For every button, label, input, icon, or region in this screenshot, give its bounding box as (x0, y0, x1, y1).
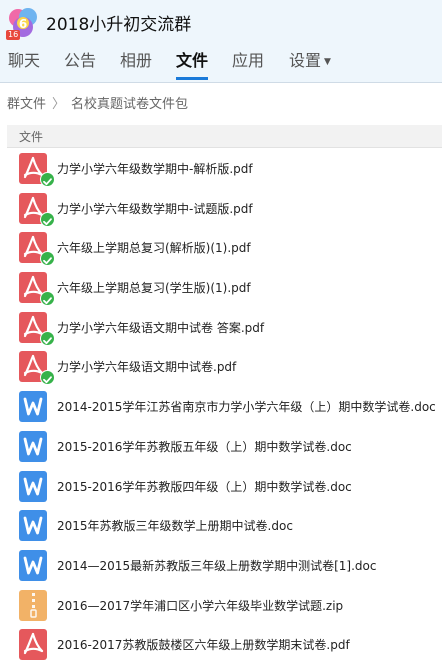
downloaded-check-icon (40, 291, 55, 307)
tab-album[interactable]: 相册 (120, 48, 152, 80)
file-row[interactable]: 2014-2015学年江苏省南京市力学小学六年级（上）期中数学试卷.doc (0, 387, 442, 427)
word-icon (19, 549, 47, 581)
group-title: 2018小升初交流群 (46, 15, 192, 35)
tab-announcements[interactable]: 公告 (64, 48, 96, 80)
downloaded-check-icon (40, 330, 55, 346)
file-row[interactable]: 六年级上学期总复习(解析版)(1).pdf (0, 228, 442, 268)
tab-settings-label: 设置 (289, 51, 322, 70)
downloaded-check-icon (40, 370, 55, 386)
avatar-badge: 16 (6, 30, 21, 40)
breadcrumb-current: 名校真题试卷文件包 (71, 97, 189, 112)
file-row[interactable]: 力学小学六年级数学期中-试题版.pdf (0, 189, 442, 229)
word-icon (19, 510, 47, 542)
file-name[interactable]: 力学小学六年级数学期中-试题版.pdf (57, 200, 253, 217)
word-icon (19, 470, 47, 502)
file-row[interactable]: 2014—2015最新苏教版三年级上册数学期中测试卷[1].doc (0, 546, 442, 586)
file-name[interactable]: 六年级上学期总复习(学生版)(1).pdf (57, 279, 251, 296)
word-icon (19, 430, 47, 462)
file-row[interactable]: 2015年苏教版三年级数学上册期中试卷.doc (0, 506, 442, 546)
svg-text:6: 6 (19, 17, 27, 31)
file-row[interactable]: 力学小学六年级语文期中试卷 答案.pdf (0, 308, 442, 348)
pdf-icon (19, 629, 47, 661)
file-row[interactable]: 2016-2017苏教版鼓楼区六年级上册数学期末试卷.pdf (0, 625, 442, 665)
tab-settings[interactable]: 设置 ▼ (289, 48, 331, 80)
file-name[interactable]: 力学小学六年级语文期中试卷 答案.pdf (57, 319, 264, 336)
group-avatar[interactable]: 6 16 (6, 6, 40, 40)
column-file-label[interactable]: 文件 (19, 128, 43, 145)
downloaded-check-icon (40, 172, 55, 187)
file-name[interactable]: 2016—2017学年浦口区小学六年级毕业数学试题.zip (57, 597, 343, 614)
file-name[interactable]: 2014-2015学年江苏省南京市力学小学六年级（上）期中数学试卷.doc (57, 398, 436, 415)
file-row[interactable]: 力学小学六年级数学期中-解析版.pdf (0, 149, 442, 189)
tab-files[interactable]: 文件 (176, 48, 209, 80)
file-list: 力学小学六年级数学期中-解析版.pdf 力学小学六年级数学期中-试题版.pdf 六年… (0, 149, 442, 665)
caret-down-icon: ▼ (324, 57, 331, 67)
tab-bar: 聊天 公告 相册 文件 应用 设置 ▼ (0, 48, 442, 82)
file-name[interactable]: 2015年苏教版三年级数学上册期中试卷.doc (57, 517, 293, 534)
file-row[interactable]: 2015-2016学年苏教版五年级（上）期中数学试卷.doc (0, 427, 442, 467)
file-name[interactable]: 2015-2016学年苏教版四年级（上）期中数学试卷.doc (57, 478, 352, 495)
file-name[interactable]: 2016-2017苏教版鼓楼区六年级上册数学期末试卷.pdf (57, 636, 350, 653)
file-name[interactable]: 2015-2016学年苏教版五年级（上）期中数学试卷.doc (57, 438, 352, 455)
file-row[interactable]: 力学小学六年级语文期中试卷.pdf (0, 347, 442, 387)
breadcrumb-root[interactable]: 群文件 (7, 97, 46, 112)
file-row[interactable]: 2016—2017学年浦口区小学六年级毕业数学试题.zip (0, 586, 442, 626)
group-header: 6 16 2018小升初交流群 聊天 公告 相册 文件 应用 设置 ▼ (0, 0, 442, 83)
downloaded-check-icon (40, 251, 55, 267)
word-icon (19, 391, 47, 423)
file-row[interactable]: 2015-2016学年苏教版四年级（上）期中数学试卷.doc (0, 467, 442, 507)
zip-icon (19, 589, 47, 621)
downloaded-check-icon (40, 211, 55, 227)
file-name[interactable]: 2014—2015最新苏教版三年级上册数学期中测试卷[1].doc (57, 557, 376, 574)
tab-chat[interactable]: 聊天 (8, 48, 40, 80)
breadcrumb: 群文件〉名校真题试卷文件包 (7, 93, 188, 112)
file-name[interactable]: 六年级上学期总复习(解析版)(1).pdf (57, 239, 251, 256)
file-name[interactable]: 力学小学六年级语文期中试卷.pdf (57, 358, 236, 375)
file-row[interactable]: 六年级上学期总复习(学生版)(1).pdf (0, 268, 442, 308)
file-name[interactable]: 力学小学六年级数学期中-解析版.pdf (57, 160, 253, 177)
file-list-header: 文件 (7, 125, 442, 148)
tab-apps[interactable]: 应用 (232, 48, 264, 80)
breadcrumb-separator: 〉 (52, 97, 66, 112)
